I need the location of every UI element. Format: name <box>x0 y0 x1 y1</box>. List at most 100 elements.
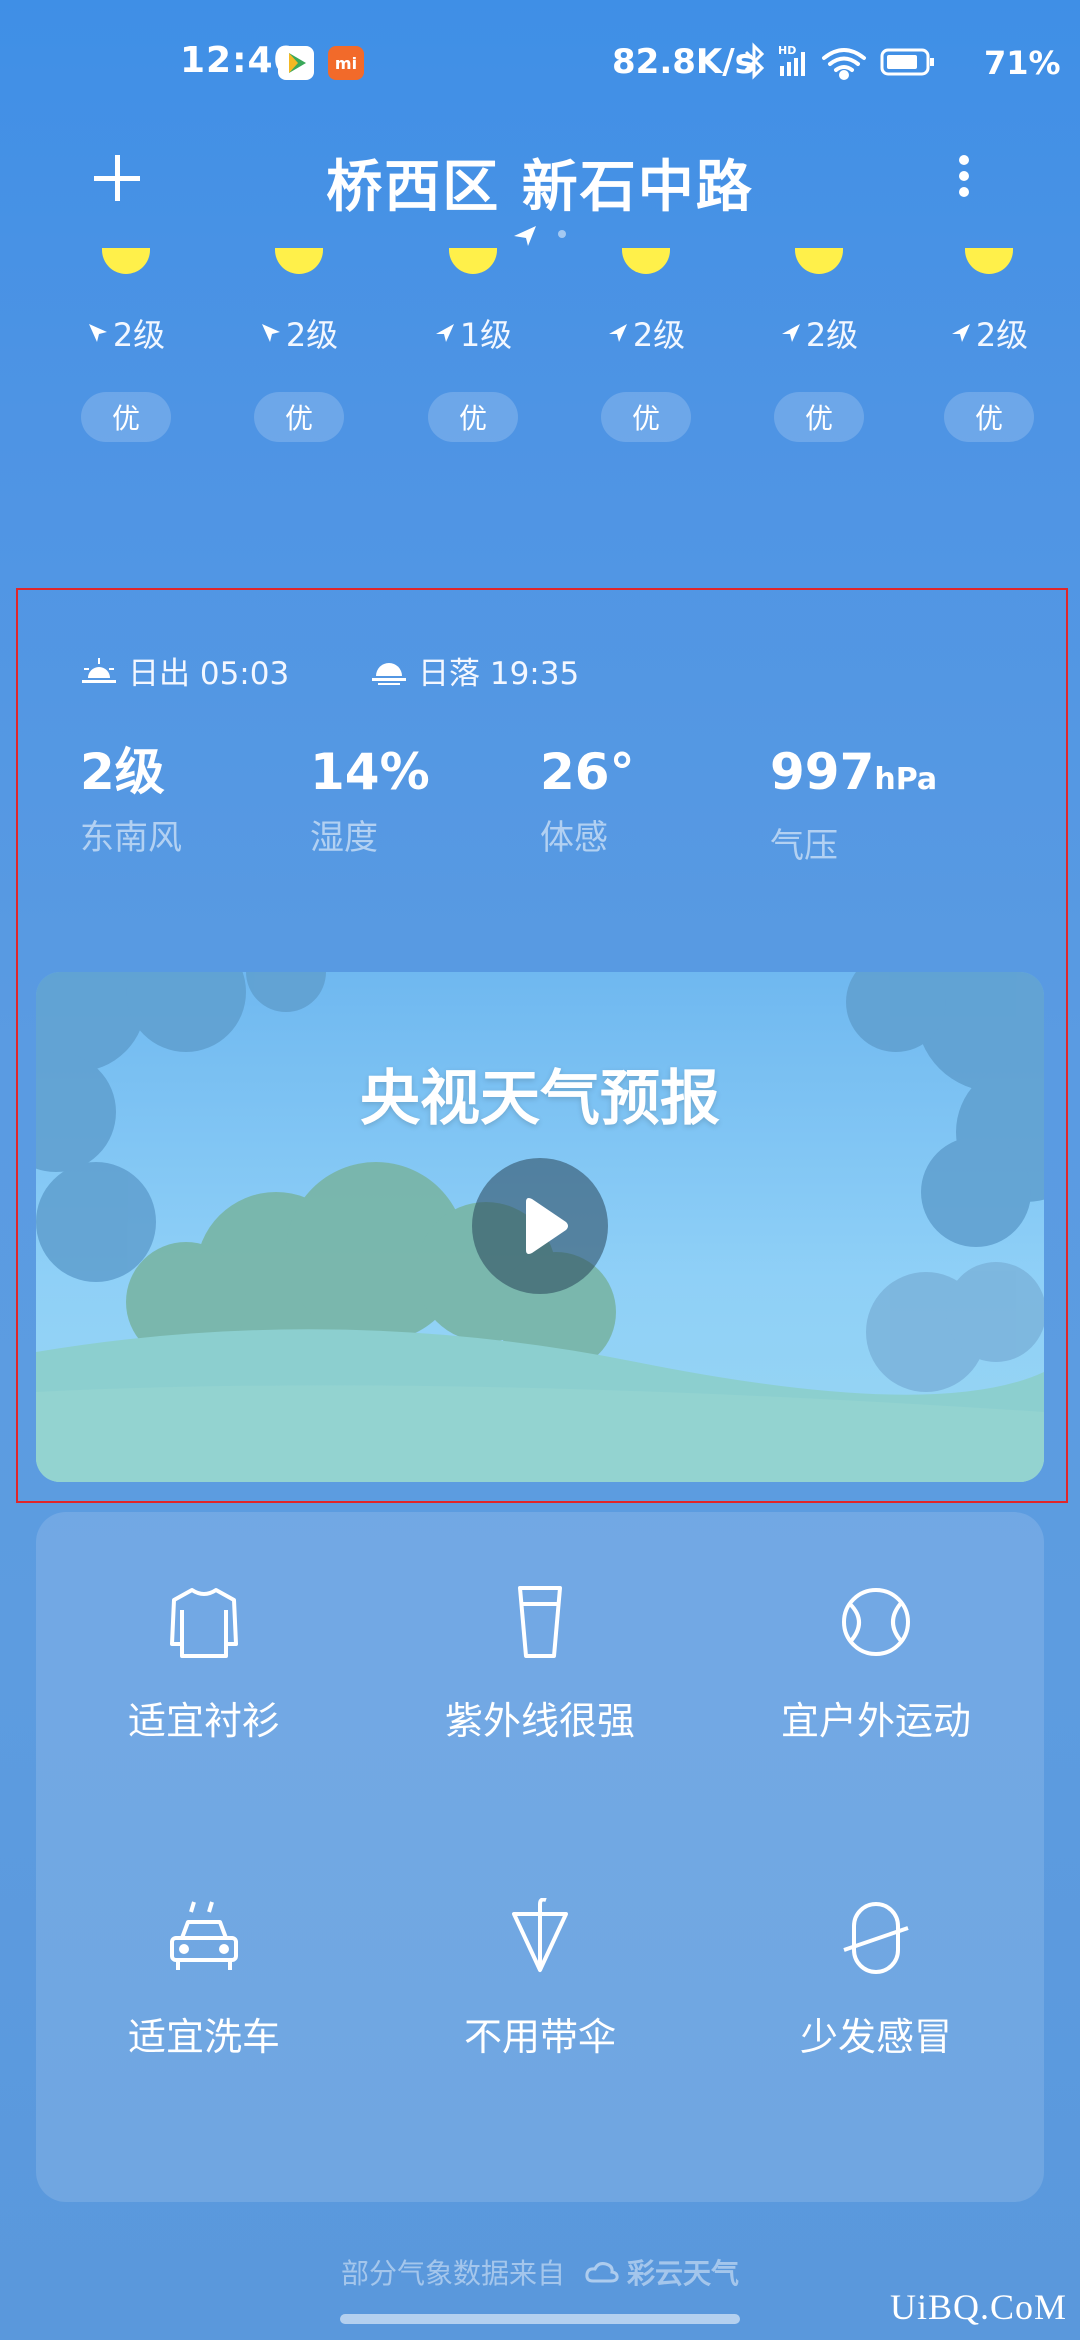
sun-icon <box>965 248 1013 274</box>
mi-app-icon: mi <box>328 46 364 80</box>
play-button[interactable] <box>472 1158 608 1294</box>
hourly-item: 2级 优 <box>71 248 181 442</box>
stat-label: 湿度 <box>310 818 378 858</box>
stat-feels-like: 26° 体感 <box>540 742 635 859</box>
shirt-icon <box>170 1588 238 1658</box>
tip-label: 宜户外运动 <box>780 1699 971 1743</box>
tip-item[interactable]: 不用带伞 <box>372 1828 708 2138</box>
battery-percent: 71% <box>984 44 1061 82</box>
svg-text:HD: HD <box>778 44 796 57</box>
mi-badge-text: mi <box>334 53 358 73</box>
source-text: 部分气象数据来自 <box>340 2257 565 2290</box>
bluetooth-icon <box>744 42 765 80</box>
stat-wind: 2级 东南风 <box>80 742 182 859</box>
network-speed: 82.8K/s <box>612 42 755 82</box>
sunscreen-icon <box>518 1586 562 1658</box>
sun-icon <box>449 248 497 274</box>
brand-text: 彩云天气 <box>627 2257 740 2290</box>
page-indicator <box>514 222 574 248</box>
wind-direction-icon <box>608 324 627 342</box>
watermark: UiBQ.CoM <box>890 2287 1068 2327</box>
weather-video-card[interactable]: 央视天气预报 <box>36 972 1044 1482</box>
stat-value: 2级 <box>80 743 165 801</box>
tip-item[interactable]: 少发感冒 <box>708 1828 1044 2138</box>
stat-label: 体感 <box>540 818 608 858</box>
location-title[interactable]: 桥西区 新石中路 <box>0 142 1080 223</box>
sunset-info: 日落 19:35 <box>370 648 579 693</box>
tip-item[interactable]: 适宜衬衫 <box>36 1512 372 1822</box>
aqi-badge: 优 <box>601 392 691 442</box>
tip-label: 适宜洗车 <box>127 2015 280 2059</box>
wind-text: 2级 <box>632 316 686 354</box>
aqi-badge: 优 <box>774 392 864 442</box>
more-menu-button[interactable] <box>946 148 986 208</box>
car-wash-icon <box>170 1901 238 1970</box>
video-title: 央视天气预报 <box>360 1064 720 1134</box>
source-brand[interactable]: 彩云天气 <box>585 2252 739 2292</box>
wind-level: 2级 <box>71 310 181 356</box>
sunset-text: 日落 19:35 <box>418 656 580 692</box>
tip-label: 适宜衬衫 <box>127 1699 280 1743</box>
hourly-item: 2级 优 <box>244 248 354 442</box>
sunrise-icon <box>82 657 116 683</box>
play-store-icon <box>278 46 314 80</box>
wind-text: 2级 <box>805 316 859 354</box>
wind-level: 2级 <box>591 310 701 356</box>
home-indicator[interactable] <box>340 2314 740 2324</box>
aqi-badge: 优 <box>944 392 1034 442</box>
wind-text: 2级 <box>285 316 339 354</box>
stat-label: 东南风 <box>80 818 182 858</box>
sun-icon <box>275 248 323 274</box>
more-vertical-icon <box>959 155 969 197</box>
capsule-icon <box>843 1902 909 1974</box>
tip-item[interactable]: 适宜洗车 <box>36 1828 372 2138</box>
wind-level: 2级 <box>764 310 874 356</box>
tip-label: 紫外线很强 <box>444 1699 635 1743</box>
stat-value: 26° <box>540 743 635 801</box>
sun-icon <box>622 248 670 274</box>
location-arrow-icon <box>514 226 536 246</box>
sun-icon <box>102 248 150 274</box>
hourly-item: 2级 优 <box>764 248 874 442</box>
tip-item[interactable]: 宜户外运动 <box>708 1512 1044 1822</box>
stat-value: 997hPa <box>770 742 937 810</box>
life-suggestions-card: 适宜衬衫 紫外线很强 宜户外运动 适宜洗车 不用带伞 少发感冒 <box>36 1512 1044 2202</box>
hourly-item: 2级 优 <box>934 248 1044 442</box>
page-dot <box>558 230 566 238</box>
sun-icon <box>795 248 843 274</box>
sunrise-info: 日出 05:03 <box>80 648 289 693</box>
wind-level: 2级 <box>934 310 1044 356</box>
ball-icon <box>842 1588 910 1656</box>
tip-label: 不用带伞 <box>463 2015 616 2059</box>
stat-value: 14% <box>310 743 430 801</box>
tip-label: 少发感冒 <box>799 2015 952 2059</box>
wind-level: 1级 <box>418 310 528 356</box>
cloud-icon <box>585 2262 619 2283</box>
umbrella-icon <box>512 1898 568 1972</box>
wind-text: 2级 <box>975 316 1029 354</box>
aqi-badge: 优 <box>81 392 171 442</box>
stat-humidity: 14% 湿度 <box>310 742 430 859</box>
tip-item[interactable]: 紫外线很强 <box>372 1512 708 1822</box>
wind-direction-icon <box>781 324 800 342</box>
stat-pressure: 997hPa 气压 <box>770 742 937 867</box>
wind-direction-icon <box>88 324 107 342</box>
wind-level: 2级 <box>244 310 354 356</box>
wind-direction-icon <box>435 324 454 342</box>
wind-text: 2级 <box>112 316 166 354</box>
wind-text: 1级 <box>459 316 513 354</box>
play-icon <box>526 1198 568 1254</box>
sunrise-text: 日出 05:03 <box>128 656 290 692</box>
hourly-item: 1级 优 <box>418 248 528 442</box>
stat-label: 气压 <box>770 826 838 866</box>
battery-icon <box>880 48 934 76</box>
aqi-badge: 优 <box>428 392 518 442</box>
aqi-badge: 优 <box>254 392 344 442</box>
pressure-value: 997 <box>770 743 875 801</box>
sunset-icon <box>372 662 406 685</box>
signal-icon: HD <box>778 44 805 76</box>
wind-direction-icon <box>261 324 280 342</box>
hourly-item: 2级 优 <box>591 248 701 442</box>
wind-direction-icon <box>951 324 970 342</box>
pressure-unit: hPa <box>874 762 938 797</box>
